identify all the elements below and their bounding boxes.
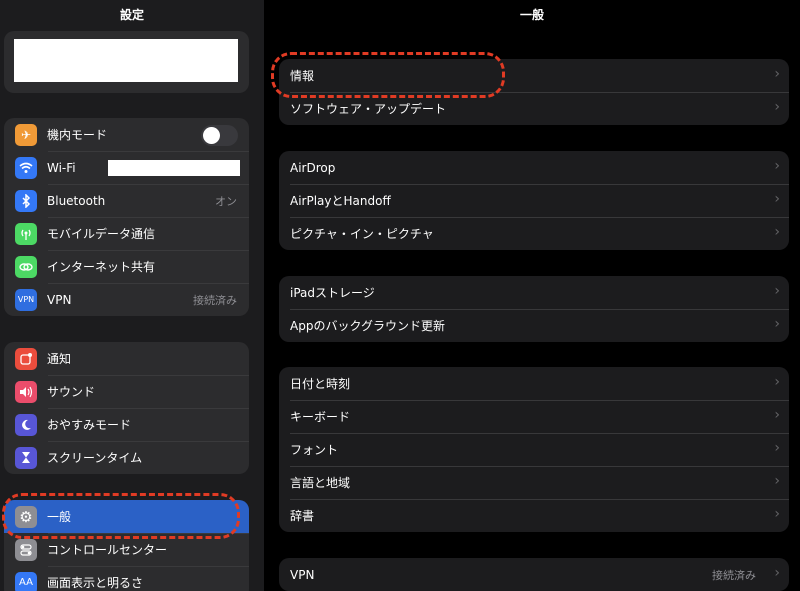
sidebar-item-general[interactable]: ⚙ 一般 — [4, 500, 249, 533]
row-fonts[interactable]: フォント › — [279, 433, 789, 466]
profile-card[interactable] — [4, 31, 249, 93]
sidebar-item-cellular[interactable]: モバイルデータ通信 — [4, 217, 249, 250]
chevron-right-icon: › — [774, 191, 780, 207]
row-label: 日付と時刻 — [290, 377, 351, 391]
row-vpn[interactable]: VPN 接続済み › — [279, 558, 789, 591]
sidebar-item-do-not-disturb[interactable]: おやすみモード — [4, 408, 249, 441]
page-title: 一般 — [519, 8, 544, 22]
notification-icon — [15, 347, 37, 370]
row-airplay-handoff[interactable]: AirPlayとHandoff › — [279, 184, 789, 217]
row-label: Appのバックグラウンド更新 — [290, 319, 445, 333]
sidebar-item-bluetooth[interactable]: Bluetooth オン — [4, 184, 249, 217]
row-about[interactable]: 情報 › — [279, 59, 789, 92]
sidebar-item-notifications[interactable]: 通知 — [4, 342, 249, 375]
sidebar-item-label: 通知 — [47, 352, 72, 366]
sidebar-group-general: ⚙ 一般 コントロールセンター AA 画面表示と明るさ — [4, 500, 249, 591]
sidebar-item-label: スクリーンタイム — [47, 451, 143, 465]
chevron-right-icon: › — [774, 440, 780, 456]
sidebar-item-label: 機内モード — [47, 128, 108, 142]
main-group-airdrop: AirDrop › AirPlayとHandoff › ピクチャ・イン・ピクチャ… — [279, 151, 789, 250]
sidebar-item-label: モバイルデータ通信 — [47, 227, 156, 241]
sidebar-item-label: Bluetooth — [47, 193, 106, 208]
chevron-right-icon: › — [774, 283, 780, 299]
redacted-profile — [14, 39, 238, 82]
bluetooth-icon — [15, 189, 37, 212]
row-label: 言語と地域 — [290, 476, 351, 490]
sidebar-item-label: 一般 — [47, 510, 72, 524]
row-software-update[interactable]: ソフトウェア・アップデート › — [279, 92, 789, 125]
sidebar-title: 設定 — [119, 8, 144, 22]
row-background-app-refresh[interactable]: Appのバックグラウンド更新 › — [279, 309, 789, 342]
hourglass-icon — [15, 446, 37, 469]
bluetooth-status: オン — [215, 194, 237, 208]
sidebar-item-label: コントロールセンター — [47, 543, 168, 557]
vpn-icon: VPN — [15, 288, 37, 311]
chevron-right-icon: › — [774, 407, 780, 423]
vpn-status: 接続済み — [712, 568, 756, 582]
sidebar: 設定 ✈ 機内モード Wi-Fi Bluetooth オン モバイルデータ通信 … — [0, 0, 264, 591]
sidebar-item-display[interactable]: AA 画面表示と明るさ — [4, 566, 249, 591]
sound-icon — [15, 380, 37, 403]
sidebar-group-connectivity: ✈ 機内モード Wi-Fi Bluetooth オン モバイルデータ通信 インタ… — [4, 118, 249, 316]
sidebar-item-label: おやすみモード — [47, 418, 132, 432]
row-label: 情報 — [290, 69, 315, 83]
wifi-icon — [15, 156, 37, 179]
sidebar-item-label: Wi-Fi — [47, 160, 76, 175]
sidebar-item-label: 画面表示と明るさ — [47, 576, 144, 590]
moon-icon — [15, 413, 37, 436]
airplane-mode-toggle[interactable] — [201, 125, 238, 146]
redacted-wifi-name — [108, 160, 240, 176]
chevron-right-icon: › — [774, 158, 780, 174]
sidebar-item-wifi[interactable]: Wi-Fi — [4, 151, 249, 184]
sidebar-item-label: VPN — [47, 292, 72, 307]
sidebar-group-notifications: 通知 サウンド おやすみモード スクリーンタイム — [4, 342, 249, 474]
row-dictionary[interactable]: 辞書 › — [279, 499, 789, 532]
chevron-right-icon: › — [774, 224, 780, 240]
chevron-right-icon: › — [774, 374, 780, 390]
main-group-datetime: 日付と時刻 › キーボード › フォント › 言語と地域 › 辞書 › — [279, 367, 789, 532]
sidebar-item-vpn[interactable]: VPN VPN 接続済み — [4, 283, 249, 316]
display-icon: AA — [15, 571, 37, 591]
row-keyboard[interactable]: キーボード › — [279, 400, 789, 433]
hotspot-icon — [15, 255, 37, 278]
main-group-about: 情報 › ソフトウェア・アップデート › — [279, 59, 789, 125]
row-label: フォント — [290, 443, 339, 457]
row-label: キーボード — [290, 410, 351, 424]
row-label: VPN — [290, 567, 315, 582]
row-airdrop[interactable]: AirDrop › — [279, 151, 789, 184]
chevron-right-icon: › — [774, 316, 780, 332]
control-center-icon — [15, 538, 37, 561]
sidebar-item-label: サウンド — [47, 385, 96, 399]
toggle-knob — [203, 127, 220, 144]
sidebar-item-airplane-mode[interactable]: ✈ 機内モード — [4, 118, 249, 151]
row-picture-in-picture[interactable]: ピクチャ・イン・ピクチャ › — [279, 217, 789, 250]
sidebar-item-screen-time[interactable]: スクリーンタイム — [4, 441, 249, 474]
sidebar-item-label: インターネット共有 — [47, 260, 156, 274]
row-label: AirDrop — [290, 160, 336, 175]
row-date-time[interactable]: 日付と時刻 › — [279, 367, 789, 400]
row-language-region[interactable]: 言語と地域 › — [279, 466, 789, 499]
chevron-right-icon: › — [774, 506, 780, 522]
gear-icon: ⚙ — [15, 505, 37, 528]
chevron-right-icon: › — [774, 473, 780, 489]
main-panel: 一般 情報 › ソフトウェア・アップデート › AirDrop › AirPla… — [264, 0, 800, 591]
cellular-icon — [15, 222, 37, 245]
row-label: ソフトウェア・アップデート — [290, 102, 447, 116]
chevron-right-icon: › — [774, 565, 780, 581]
row-label: 辞書 — [290, 509, 315, 523]
airplane-icon: ✈ — [15, 123, 37, 146]
sidebar-item-control-center[interactable]: コントロールセンター — [4, 533, 249, 566]
chevron-right-icon: › — [774, 66, 780, 82]
main-group-vpn: VPN 接続済み › — [279, 558, 789, 591]
row-label: ピクチャ・イン・ピクチャ — [290, 227, 434, 241]
sidebar-item-hotspot[interactable]: インターネット共有 — [4, 250, 249, 283]
sidebar-item-sounds[interactable]: サウンド — [4, 375, 249, 408]
chevron-right-icon: › — [774, 99, 780, 115]
row-label: iPadストレージ — [290, 286, 375, 300]
row-ipad-storage[interactable]: iPadストレージ › — [279, 276, 789, 309]
main-group-storage: iPadストレージ › Appのバックグラウンド更新 › — [279, 276, 789, 342]
row-label: AirPlayとHandoff — [290, 194, 391, 208]
vpn-status: 接続済み — [193, 293, 237, 307]
